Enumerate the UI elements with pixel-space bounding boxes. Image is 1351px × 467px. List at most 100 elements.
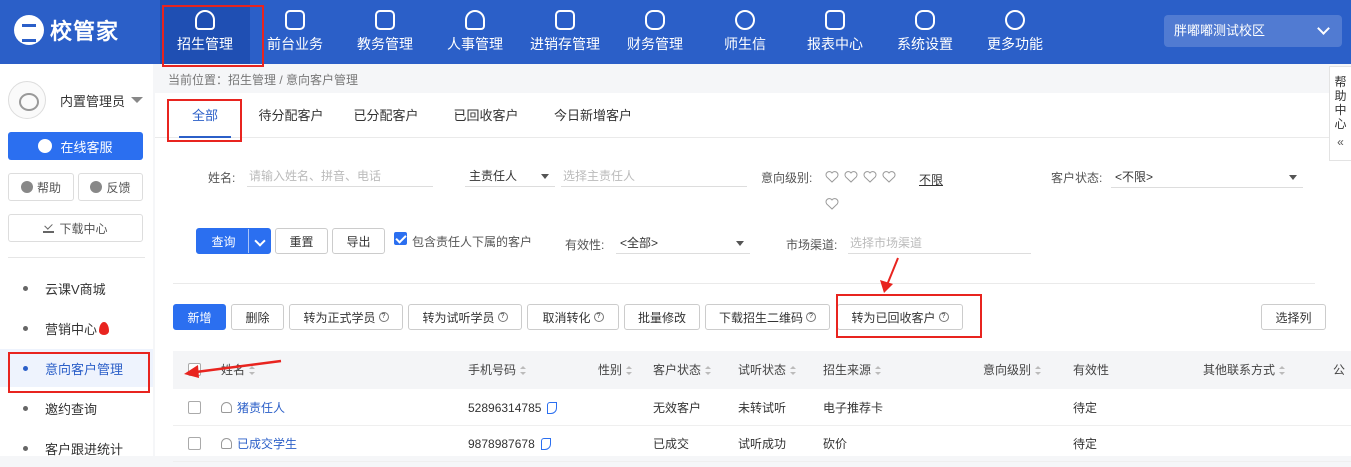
sidebar-item-marketing[interactable]: 营销中心 [0,309,153,347]
heart-icon[interactable] [825,197,839,211]
add-button[interactable]: 新增 [173,304,226,330]
nav-messages[interactable]: 师生信 [700,0,790,64]
nav-hr[interactable]: 人事管理 [430,0,520,64]
reset-button[interactable]: 重置 [275,228,328,254]
query-button[interactable]: 查询 [196,228,271,254]
nav-label: 财务管理 [627,36,683,52]
column-header-trial[interactable]: 试听状态 [738,351,797,389]
column-header-other-contact[interactable]: 其他联系方式 [1203,351,1286,389]
status-select[interactable]: <不限> [1111,166,1303,188]
logo-icon [14,15,44,45]
owner-type-select[interactable]: 主责任人 [465,165,555,187]
help-button[interactable]: 帮助 [8,173,74,201]
sidebar-item-invitations[interactable]: 邀约查询 [0,389,153,427]
tab-bar: 全部 待分配客户 已分配客户 已回收客户 今日新增客户 [155,93,1351,138]
tab-unassigned[interactable]: 待分配客户 [251,93,331,138]
name-search-input[interactable]: 请输入姓名、拼音、电话 [247,165,433,187]
heart-icon[interactable] [863,170,877,184]
column-header-status[interactable]: 客户状态 [653,351,712,389]
more-icon [1005,10,1025,30]
help-center-dock[interactable]: 帮助中心 « [1329,66,1351,161]
logo[interactable]: 校管家 [14,14,124,46]
user-menu[interactable]: 内置管理员 [8,80,148,120]
collapse-icon[interactable]: « [1330,135,1351,149]
nav-reports[interactable]: 报表中心 [790,0,880,64]
column-header-source[interactable]: 招生来源 [823,351,882,389]
tab-recycled[interactable]: 已回收客户 [451,93,521,138]
owner-input[interactable]: 选择主责任人 [561,165,747,187]
report-icon [825,10,845,30]
source-cell: 电子推荐卡 [823,401,884,415]
campus-selector[interactable]: 胖嘟嘟测试校区 [1164,15,1342,47]
to-trial-button[interactable]: 转为试听学员? [408,304,522,330]
sidebar-item-label: 邀约查询 [45,401,98,417]
nav-label: 前台业务 [267,36,323,52]
phone-icon[interactable] [540,438,551,450]
column-header-validity[interactable]: 有效性 [1073,351,1109,389]
cancel-convert-button[interactable]: 取消转化? [527,304,619,330]
header-label: 有效性 [1073,363,1110,377]
caret-down-icon [736,241,744,246]
nav-label: 进销存管理 [530,36,600,52]
person-icon [221,402,232,413]
customer-name-link[interactable]: 已成交学生 [221,426,297,462]
column-header-level[interactable]: 意向级别 [983,351,1042,389]
include-sub-checkbox[interactable] [394,232,407,245]
nav-enrollment[interactable]: 招生管理 [160,0,250,64]
heart-icon[interactable] [825,170,839,184]
download-center-button[interactable]: 下载中心 [8,214,143,242]
main-panel: 全部 待分配客户 已分配客户 已回收客户 今日新增客户 姓名: 请输入姓名、拼音… [155,93,1351,462]
heart-icon[interactable] [882,170,896,184]
table-row[interactable]: 猪责任人 52896314785 无效客户 未转试听 电子推荐卡 待定 [173,390,1351,426]
tab-all[interactable]: 全部 [179,93,231,138]
select-columns-button[interactable]: 选择列 [1261,304,1326,330]
message-icon [735,10,755,30]
nav-more[interactable]: 更多功能 [970,0,1060,64]
nav-inventory[interactable]: 进销存管理 [520,0,610,64]
question-icon: ? [378,312,389,322]
export-button[interactable]: 导出 [332,228,385,254]
nav-settings[interactable]: 系统设置 [880,0,970,64]
nav-finance[interactable]: 财务管理 [610,0,700,64]
heart-icon[interactable] [844,170,858,184]
customer-name: 已成交学生 [237,437,298,451]
delete-button[interactable]: 删除 [231,304,284,330]
to-formal-button[interactable]: 转为正式学员? [289,304,403,330]
column-header-name[interactable]: 姓名 [221,351,256,389]
person-add-icon [195,10,215,30]
select-all-checkbox[interactable] [188,363,201,376]
feedback-button[interactable]: 反馈 [78,173,143,201]
validity-cell: 待定 [1073,401,1098,415]
table-row[interactable]: 已成交学生 9878987678 已成交 试听成功 砍价 待定 [173,426,1351,462]
header-label: 姓名 [221,363,246,377]
row-checkbox[interactable] [188,401,201,414]
column-header-gender[interactable]: 性别 [598,351,633,389]
nav-label: 招生管理 [177,36,233,52]
batch-edit-button[interactable]: 批量修改 [624,304,700,330]
phone-cell: 9878987678 [468,426,551,462]
online-service-button[interactable]: 在线客服 [8,132,143,160]
tab-today-new[interactable]: 今日新增客户 [551,93,635,138]
help-icon [20,181,33,193]
level-unlimited-link[interactable]: 不限 [919,171,943,188]
nav-label: 师生信 [724,36,766,52]
header-label: 试听状态 [738,363,787,377]
tab-assigned[interactable]: 已分配客户 [351,93,421,138]
download-qr-button[interactable]: 下载招生二维码? [705,304,830,330]
sidebar-item-mall[interactable]: 云课V商城 [0,269,153,307]
channel-input[interactable]: 选择市场渠道 [848,232,1031,254]
column-header-phone[interactable]: 手机号码 [468,351,527,389]
customer-name-link[interactable]: 猪责任人 [221,390,285,426]
chevron-down-icon[interactable] [248,229,270,253]
row-checkbox[interactable] [188,437,201,450]
sidebar-item-followup-stats[interactable]: 客户跟进统计 [0,429,153,467]
nav-reception[interactable]: 前台业务 [250,0,340,64]
sidebar-item-prospects[interactable]: 意向客户管理 [0,349,153,387]
phone-icon[interactable] [547,402,558,414]
status-cell: 无效客户 [653,401,702,415]
validity-select[interactable]: <全部> [616,232,750,254]
to-recycled-button[interactable]: 转为已回收客户? [837,304,963,330]
nav-academic[interactable]: 教务管理 [340,0,430,64]
column-header-public[interactable]: 公 [1333,351,1345,389]
fire-icon [99,321,110,335]
